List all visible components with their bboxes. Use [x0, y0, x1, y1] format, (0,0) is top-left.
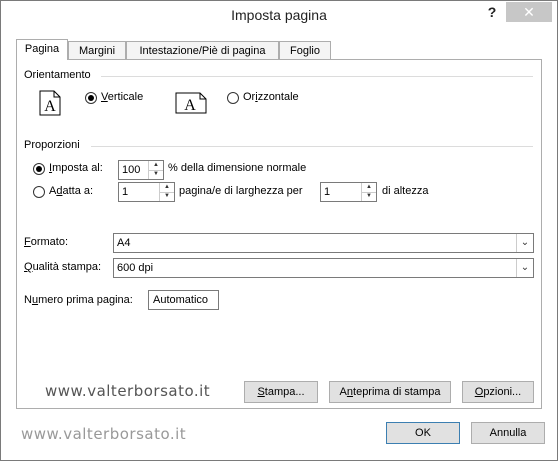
fit-to-radio[interactable]	[33, 186, 45, 198]
close-button[interactable]: ✕	[506, 2, 552, 22]
watermark-bottom: www.valterborsato.it	[21, 425, 187, 443]
landscape-label[interactable]: Orizzontale	[243, 91, 299, 103]
fit-tall-spinner[interactable]: 1 ▲ ▼	[320, 182, 377, 202]
fit-tall-value: 1	[324, 186, 331, 198]
options-button[interactable]: Opzioni...	[462, 381, 534, 403]
first-page-number-value: Automatico	[153, 294, 209, 306]
tab-margini[interactable]: Margini	[68, 41, 126, 59]
tab-foglio[interactable]: Foglio	[279, 41, 331, 59]
paper-size-value: A4	[117, 237, 131, 249]
tab-intestazione[interactable]: Intestazione/Piè di pagina	[126, 41, 279, 59]
help-button[interactable]: ?	[485, 4, 499, 20]
print-preview-button[interactable]: Anteprima di stampa	[329, 381, 451, 403]
tab-pagina[interactable]: Pagina	[16, 39, 68, 60]
chevron-down-icon[interactable]: ⌄	[516, 259, 533, 277]
spin-down-icon[interactable]: ▼	[160, 192, 174, 201]
ok-button[interactable]: OK	[386, 422, 460, 444]
landscape-page-icon: A	[175, 92, 207, 114]
scale-percent-value: 100	[122, 164, 141, 176]
portrait-label[interactable]: Verticale	[101, 91, 143, 103]
landscape-icon-letter: A	[184, 97, 196, 114]
paper-size-select[interactable]: A4 ⌄	[113, 233, 534, 253]
spin-down-icon[interactable]: ▼	[362, 192, 376, 201]
print-button[interactable]: Stampa...	[244, 381, 318, 403]
tab-panel: Orientamento A Verticale A Orizzontale P…	[16, 59, 542, 409]
cancel-button[interactable]: Annulla	[471, 422, 545, 444]
landscape-radio[interactable]	[227, 92, 239, 104]
print-quality-select[interactable]: 600 dpi ⌄	[113, 258, 534, 278]
fit-to-label[interactable]: Adatta a:	[49, 185, 93, 197]
scale-percent-spinner[interactable]: 100 ▲ ▼	[118, 160, 164, 180]
adjust-to-label[interactable]: Imposta al:	[49, 162, 103, 174]
chevron-down-icon[interactable]: ⌄	[516, 234, 533, 252]
page-setup-dialog: Imposta pagina ? ✕ Pagina Margini Intest…	[0, 0, 558, 461]
fit-wide-suffix: pagina/e di larghezza per	[179, 185, 303, 197]
scaling-heading: Proporzioni	[24, 139, 80, 151]
fit-wide-spinner[interactable]: 1 ▲ ▼	[118, 182, 175, 202]
portrait-page-icon: A	[39, 90, 61, 116]
scaling-divider	[91, 146, 533, 147]
paper-size-label: Formato:	[24, 236, 69, 248]
title-bar: Imposta pagina ? ✕	[1, 1, 557, 32]
fit-wide-value: 1	[122, 186, 129, 198]
fit-tall-suffix: di altezza	[382, 185, 429, 197]
first-page-number-label: Numero prima pagina:	[24, 294, 133, 306]
first-page-number-input[interactable]: Automatico	[148, 290, 219, 310]
dialog-title: Imposta pagina	[231, 7, 327, 23]
adjust-to-radio[interactable]	[33, 163, 45, 175]
spin-down-icon[interactable]: ▼	[149, 170, 163, 179]
orientation-heading: Orientamento	[24, 69, 91, 81]
print-quality-label: Qualità stampa:	[24, 261, 102, 273]
scale-percent-suffix: % della dimensione normale	[168, 162, 307, 174]
watermark-inner: www.valterborsato.it	[45, 382, 211, 400]
portrait-icon-letter: A	[44, 98, 56, 115]
portrait-radio[interactable]	[85, 92, 97, 104]
orientation-divider	[101, 76, 533, 77]
print-quality-value: 600 dpi	[117, 262, 154, 274]
